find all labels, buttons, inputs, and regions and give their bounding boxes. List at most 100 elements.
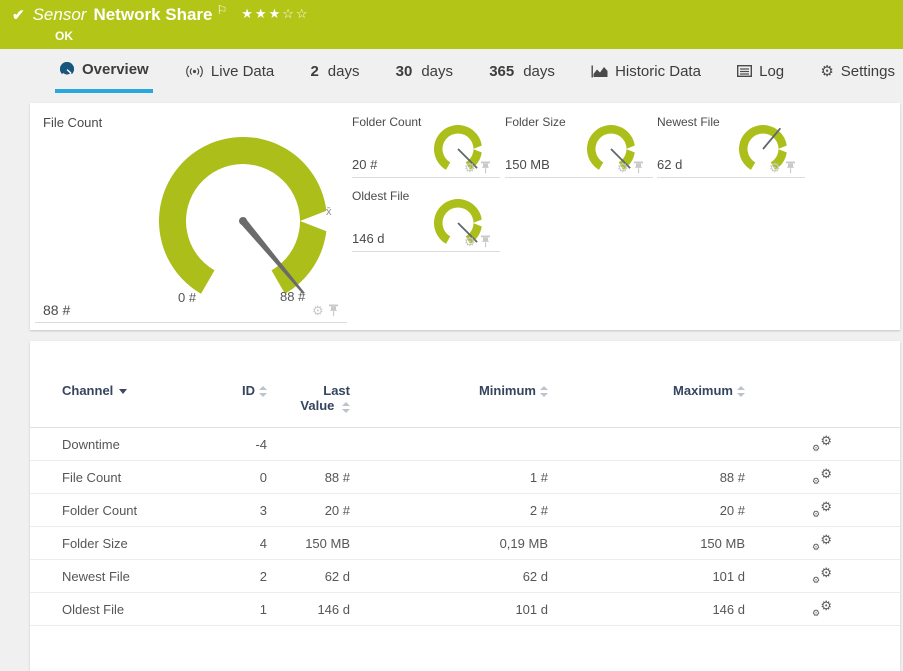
tab-number: 2 bbox=[310, 63, 318, 80]
channel-name[interactable]: File Count bbox=[62, 470, 237, 485]
channel-settings-icon[interactable]: ⚙⚙ bbox=[813, 601, 832, 617]
channel-settings-icon[interactable]: ⚙⚙ bbox=[813, 568, 832, 584]
historic-chart-icon bbox=[591, 65, 608, 78]
column-header-minimum[interactable]: Minimum bbox=[350, 383, 548, 427]
tab-live-data[interactable]: Live Data bbox=[181, 49, 278, 93]
gauge-title: Newest File bbox=[657, 115, 720, 129]
tab-historic-data[interactable]: Historic Data bbox=[587, 49, 705, 93]
channel-name[interactable]: Oldest File bbox=[62, 602, 237, 617]
channel-id: 4 bbox=[237, 536, 267, 551]
status-check-icon: ✔ bbox=[12, 6, 25, 24]
gauge-icon bbox=[59, 61, 75, 77]
gauge-value: 146 d bbox=[352, 231, 385, 246]
priority-stars[interactable]: ★★★☆☆ bbox=[241, 6, 309, 22]
pin-icon[interactable] bbox=[633, 161, 644, 174]
tab-overview[interactable]: Overview bbox=[55, 49, 153, 93]
tab-number: 30 bbox=[396, 63, 413, 80]
channel-id: 2 bbox=[237, 569, 267, 584]
channel-name[interactable]: Folder Count bbox=[62, 503, 237, 518]
table-header-row: Channel ID Last Value Minimum Maximum bbox=[30, 341, 900, 428]
maximum-value: 150 MB bbox=[548, 536, 745, 551]
gauges-panel: File Count x̄ 0 # 88 # 88 # ⚙ Folder Cou… bbox=[30, 103, 900, 330]
column-header-last-value[interactable]: Last Value bbox=[267, 383, 350, 427]
channel-id: 0 bbox=[237, 470, 267, 485]
gauge-value: 20 # bbox=[352, 157, 377, 172]
minimum-value: 0,19 MB bbox=[350, 536, 548, 551]
gear-icon[interactable]: ⚙ bbox=[769, 161, 781, 174]
sort-icon bbox=[259, 386, 267, 397]
primary-gauge-value: 88 # bbox=[43, 302, 70, 318]
gauge-title: Folder Count bbox=[352, 115, 421, 129]
channel-id: 1 bbox=[237, 602, 267, 617]
last-value: 20 # bbox=[267, 503, 350, 518]
last-value: 150 MB bbox=[267, 536, 350, 551]
gear-icon[interactable]: ⚙ bbox=[464, 161, 476, 174]
gauge-cell-newest-file: Newest File 62 d ⚙ bbox=[657, 110, 805, 178]
live-data-icon bbox=[185, 65, 204, 78]
stars-filled[interactable]: ★★★ bbox=[241, 6, 282, 21]
sort-icon bbox=[737, 386, 745, 397]
pin-icon[interactable] bbox=[480, 235, 491, 248]
tab-label: Live Data bbox=[211, 63, 274, 80]
page-title: Network Share bbox=[93, 5, 212, 25]
gauge-cell-folder-size: Folder Size 150 MB ⚙ bbox=[505, 110, 653, 178]
tab-label: Settings bbox=[841, 63, 895, 80]
primary-gauge-actions: ⚙ bbox=[312, 304, 339, 317]
gauge-value: 150 MB bbox=[505, 157, 550, 172]
last-value: 146 d bbox=[267, 602, 350, 617]
tab-2-days[interactable]: 2 days bbox=[306, 49, 363, 93]
gear-icon[interactable]: ⚙ bbox=[464, 235, 476, 248]
table-row-file-count: File Count 0 88 # 1 # 88 # ⚙⚙ bbox=[30, 461, 900, 494]
channel-table-panel: Channel ID Last Value Minimum Maximum Do… bbox=[30, 341, 900, 671]
column-header-id[interactable]: ID bbox=[237, 383, 267, 427]
primary-gauge[interactable] bbox=[140, 122, 350, 312]
channel-settings-icon[interactable]: ⚙⚙ bbox=[813, 535, 832, 551]
sort-desc-icon bbox=[119, 389, 127, 394]
tab-number: 365 bbox=[489, 63, 514, 80]
tab-label: days bbox=[421, 63, 453, 80]
table-row-newest-file: Newest File 2 62 d 62 d 101 d ⚙⚙ bbox=[30, 560, 900, 593]
pin-icon[interactable] bbox=[480, 161, 491, 174]
pin-icon[interactable] bbox=[328, 304, 339, 317]
channel-settings-icon[interactable]: ⚙⚙ bbox=[813, 469, 832, 485]
gauge-actions: ⚙ bbox=[617, 161, 644, 174]
last-value: 62 d bbox=[267, 569, 350, 584]
primary-gauge-title: File Count bbox=[43, 115, 102, 130]
gauge-cell-oldest-file: Oldest File 146 d ⚙ bbox=[352, 184, 500, 252]
tab-365-days[interactable]: 365 days bbox=[485, 49, 559, 93]
tab-settings[interactable]: ⚙ Settings bbox=[816, 49, 899, 93]
pin-icon[interactable] bbox=[785, 161, 796, 174]
tab-label: Overview bbox=[82, 61, 149, 78]
tab-label: Log bbox=[759, 63, 784, 80]
gear-icon[interactable]: ⚙ bbox=[312, 304, 324, 317]
channel-id: -4 bbox=[237, 437, 267, 452]
sensor-header: ✔ Sensor Network Share ⚐ ★★★☆☆ OK bbox=[0, 0, 903, 49]
channel-settings-icon[interactable]: ⚙⚙ bbox=[813, 436, 832, 452]
column-header-channel[interactable]: Channel bbox=[62, 383, 237, 427]
log-icon bbox=[737, 65, 752, 77]
stars-empty[interactable]: ☆☆ bbox=[282, 6, 309, 21]
gear-icon[interactable]: ⚙ bbox=[617, 161, 629, 174]
gauge-cell-folder-count: Folder Count 20 # ⚙ bbox=[352, 110, 500, 178]
tab-30-days[interactable]: 30 days bbox=[392, 49, 457, 93]
status-badge: OK bbox=[55, 29, 73, 43]
channel-settings-icon[interactable]: ⚙⚙ bbox=[813, 502, 832, 518]
sort-icon bbox=[342, 402, 350, 413]
sort-icon bbox=[540, 386, 548, 397]
flag-icon[interactable]: ⚐ bbox=[217, 3, 228, 17]
tab-bar: Overview Live Data 2 days 30 days 365 da… bbox=[55, 49, 903, 100]
maximum-value: 88 # bbox=[548, 470, 745, 485]
channel-name[interactable]: Downtime bbox=[62, 437, 237, 452]
table-row-folder-count: Folder Count 3 20 # 2 # 20 # ⚙⚙ bbox=[30, 494, 900, 527]
tab-label: days bbox=[328, 63, 360, 80]
maximum-value: 101 d bbox=[548, 569, 745, 584]
primary-gauge-min-label: 0 # bbox=[178, 290, 196, 305]
column-header-maximum[interactable]: Maximum bbox=[548, 383, 745, 427]
channel-name[interactable]: Newest File bbox=[62, 569, 237, 584]
table-row-downtime: Downtime -4 ⚙⚙ bbox=[30, 428, 900, 461]
object-kind-label: Sensor bbox=[33, 5, 87, 25]
cell-divider bbox=[35, 322, 347, 323]
maximum-value: 20 # bbox=[548, 503, 745, 518]
tab-log[interactable]: Log bbox=[733, 49, 788, 93]
channel-name[interactable]: Folder Size bbox=[62, 536, 237, 551]
